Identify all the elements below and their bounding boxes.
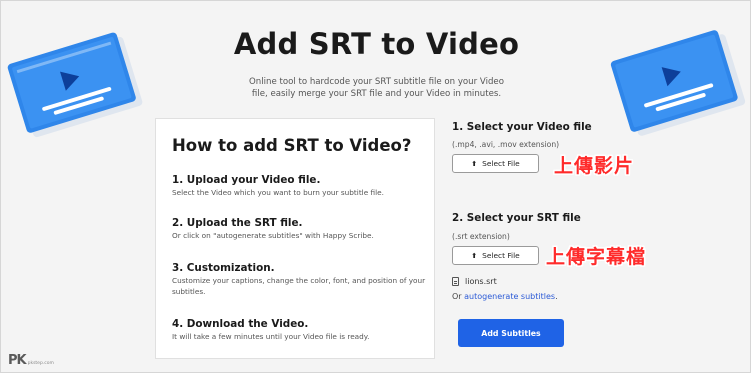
page-subtitle-line1: Online tool to hardcode your SRT subtitl… [249, 77, 504, 87]
step-description: It will take a few minutes until your Vi… [172, 332, 370, 341]
howto-title: How to add SRT to Video? [172, 136, 412, 155]
autogenerate-line: Or autogenerate subtitles. [452, 292, 558, 301]
page-subtitle: Online tool to hardcode your SRT subtitl… [241, 76, 512, 100]
step-item: 1. Upload your Video file. Select the Vi… [172, 174, 428, 199]
upload-icon: ⬆ [471, 159, 478, 168]
step-title: 2. Upload the SRT file. [172, 217, 303, 229]
page-title: Add SRT to Video [233, 27, 520, 61]
step-description: Or click on "autogenerate subtitles" wit… [172, 231, 374, 240]
select-video-button-label: Select File [482, 159, 520, 168]
step-description: Customize your captions, change the colo… [172, 276, 426, 296]
step-title: 3. Customization. [172, 262, 275, 274]
step-title: 4. Download the Video. [172, 318, 309, 330]
video-section-hint: (.mp4, .avi, .mov extension) [452, 140, 560, 149]
step-title: 1. Upload your Video file. [172, 174, 321, 186]
step-item: 2. Upload the SRT file. Or click on "aut… [172, 217, 428, 242]
step-item: 4. Download the Video. It will take a fe… [172, 318, 428, 343]
srt-section-label: 2. Select your SRT file [452, 212, 581, 224]
file-icon [452, 277, 459, 286]
select-srt-button[interactable]: ⬆ Select File [452, 246, 539, 265]
watermark-logo: PK pkstep.com [8, 353, 54, 368]
watermark-mark: PK [8, 353, 27, 368]
page-subtitle-line2: file, easily merge your SRT file and you… [251, 89, 502, 99]
video-annotation: 上傳影片 [554, 155, 635, 177]
select-srt-button-label: Select File [482, 251, 520, 260]
howto-card: How to add SRT to Video? 1. Upload your … [155, 118, 435, 359]
step-description: Select the Video which you want to burn … [172, 188, 384, 197]
srt-section-hint: (.srt extension) [452, 232, 510, 241]
upload-icon: ⬆ [471, 251, 478, 260]
autogenerate-prefix: Or [452, 292, 465, 301]
add-subtitles-button[interactable]: Add Subtitles [458, 319, 564, 347]
video-section-label: 1. Select your Video file [452, 121, 592, 133]
selected-srt-file: lions.srt [452, 277, 497, 286]
selected-file-name: lions.srt [465, 277, 497, 286]
srt-annotation: 上傳字幕檔 [546, 246, 647, 268]
select-video-button[interactable]: ⬆ Select File [452, 154, 539, 173]
autogenerate-suffix: . [555, 292, 558, 301]
autogenerate-subtitles-link[interactable]: autogenerate subtitles [464, 292, 555, 301]
step-item: 3. Customization. Customize your caption… [172, 262, 428, 297]
watermark-sub: pkstep.com [27, 361, 54, 366]
